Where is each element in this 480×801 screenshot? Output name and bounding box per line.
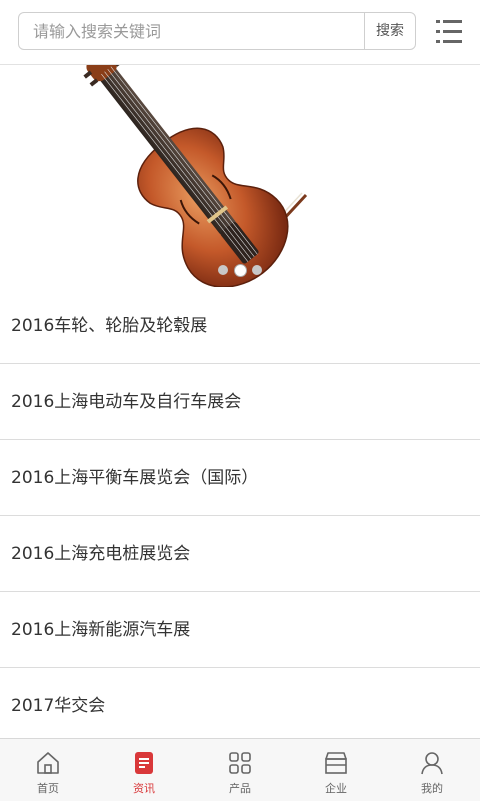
- news-item[interactable]: 2016上海电动车及自行车展会: [0, 364, 480, 440]
- news-item[interactable]: 2016上海充电桩展览会: [0, 516, 480, 592]
- user-icon: [421, 752, 443, 775]
- news-icon: [135, 752, 153, 774]
- news-item[interactable]: 2016车轮、轮胎及轮毂展: [0, 288, 480, 364]
- nav-item-company[interactable]: 企业: [288, 739, 384, 801]
- banner-carousel[interactable]: [0, 65, 480, 287]
- nav-label: 产品: [229, 782, 251, 795]
- search-input[interactable]: [19, 13, 365, 49]
- nav-item-products[interactable]: 产品: [192, 739, 288, 801]
- nav-label: 资讯: [133, 782, 155, 795]
- news-item[interactable]: 2016上海平衡车展览会（国际）: [0, 440, 480, 516]
- bottom-nav: 首页 资讯 产品 企业 我的: [0, 738, 480, 801]
- violin-image: [83, 65, 308, 287]
- home-icon: [37, 752, 59, 774]
- grid-icon: [229, 752, 251, 774]
- news-item[interactable]: 2016上海新能源汽车展: [0, 592, 480, 668]
- news-item[interactable]: 2017华交会: [0, 668, 480, 744]
- carousel-dot-active[interactable]: [234, 264, 247, 277]
- top-bar: 搜索: [0, 0, 480, 65]
- nav-item-profile[interactable]: 我的: [384, 739, 480, 801]
- nav-item-home[interactable]: 首页: [0, 739, 96, 801]
- carousel-dot[interactable]: [252, 265, 262, 275]
- search-box: 搜索: [18, 12, 416, 50]
- store-icon: [325, 752, 347, 774]
- nav-item-news[interactable]: 资讯: [96, 739, 192, 801]
- nav-label: 企业: [325, 782, 347, 795]
- list-menu-icon[interactable]: [432, 16, 466, 48]
- search-button[interactable]: 搜索: [364, 13, 415, 49]
- news-list: 2016车轮、轮胎及轮毂展 2016上海电动车及自行车展会 2016上海平衡车展…: [0, 288, 480, 744]
- nav-label: 我的: [421, 782, 443, 795]
- nav-label: 首页: [37, 782, 59, 795]
- carousel-dot[interactable]: [218, 265, 228, 275]
